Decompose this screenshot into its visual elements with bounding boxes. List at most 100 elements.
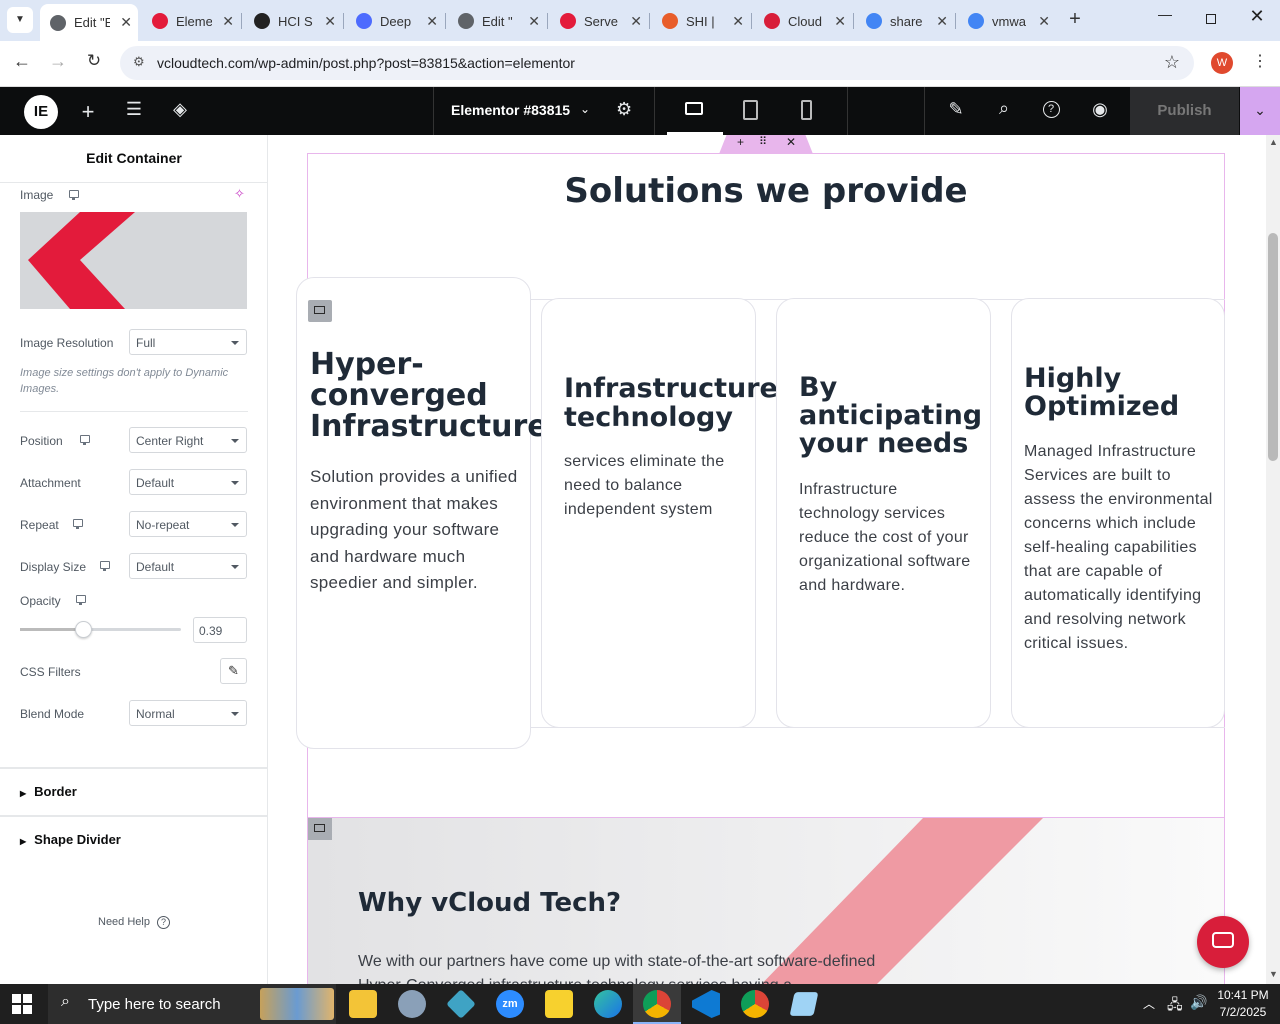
document-title-dropdown[interactable]: Elementor #83815 ⌄ ⚙ <box>433 87 655 135</box>
tab-search-button[interactable]: ▼ <box>7 7 33 33</box>
chat-widget-button[interactable] <box>1197 916 1249 968</box>
chrome-profile-icon[interactable] <box>741 990 769 1018</box>
close-tab-icon[interactable]: ✕ <box>120 14 132 31</box>
close-tab-icon[interactable]: ✕ <box>426 13 438 30</box>
close-tab-icon[interactable]: ✕ <box>1038 13 1050 30</box>
publish-options-dropdown[interactable]: ⌄ <box>1240 87 1280 135</box>
attachment-select[interactable]: Default <box>129 469 247 495</box>
close-tab-icon[interactable]: ✕ <box>732 13 744 30</box>
responsive-monitor-icon[interactable] <box>80 435 90 445</box>
omnibox[interactable]: ⚙ vcloudtech.com/wp-admin/post.php?post=… <box>120 46 1194 80</box>
responsive-monitor-icon[interactable] <box>69 190 79 200</box>
forward-button[interactable]: → <box>46 51 70 75</box>
browser-tab[interactable]: HCI S ✕ <box>244 6 342 36</box>
browser-tab[interactable]: share ✕ <box>856 6 954 36</box>
elementor-logo-icon[interactable]: IE <box>24 95 58 129</box>
tab-separator <box>853 13 854 29</box>
page-settings-gear-icon[interactable]: ⚙ <box>616 99 632 120</box>
taskbar-clock[interactable]: 10:41 PM 7/2/2025 <box>1212 987 1274 1021</box>
position-select[interactable]: Center Right <box>129 427 247 453</box>
site-info-icon[interactable]: ⚙ <box>133 54 145 70</box>
structure-layers-icon[interactable]: ◈ <box>170 99 190 120</box>
google-icon <box>866 13 882 29</box>
close-tab-icon[interactable]: ✕ <box>936 13 948 30</box>
browser-tab[interactable]: vmwa ✕ <box>958 6 1056 36</box>
scroll-down-arrow-icon[interactable]: ▼ <box>1269 969 1278 979</box>
responsive-monitor-icon[interactable] <box>100 561 110 571</box>
browser-tab[interactable]: Eleme ✕ <box>142 6 240 36</box>
close-window-button[interactable]: ✕ <box>1242 6 1272 34</box>
close-tab-icon[interactable]: ✕ <box>528 13 540 30</box>
close-tab-icon[interactable]: ✕ <box>630 13 642 30</box>
site-settings-sliders-icon[interactable]: ☰ <box>124 99 144 120</box>
device-desktop-button[interactable] <box>667 87 723 135</box>
delete-container-icon[interactable]: ✕ <box>786 135 796 149</box>
need-help-link[interactable]: Need Help ? <box>98 916 171 929</box>
reload-button[interactable]: ↻ <box>82 51 106 75</box>
border-section-label: Border <box>34 784 77 799</box>
browser-tab[interactable]: Cloud ✕ <box>754 6 852 36</box>
sticky-notes-icon[interactable] <box>545 990 573 1018</box>
preview-eye-icon[interactable]: ◉ <box>1089 99 1111 120</box>
opacity-slider-track[interactable] <box>20 621 181 638</box>
browser-menu-icon[interactable]: ⋮ <box>1252 51 1268 71</box>
profile-avatar[interactable]: W <box>1211 52 1233 74</box>
url-text[interactable]: vcloudtech.com/wp-admin/post.php?post=83… <box>157 55 575 71</box>
show-hidden-icons-chevron[interactable]: ︿ <box>1143 995 1155 1012</box>
close-tab-icon[interactable]: ✕ <box>834 13 846 30</box>
start-button[interactable] <box>12 994 32 1014</box>
image-preview[interactable] <box>20 212 247 309</box>
border-section-toggle[interactable]: ▶ Border <box>20 784 77 799</box>
browser-tab[interactable]: Deep ✕ <box>346 6 444 36</box>
search-icon[interactable]: ⌕ <box>994 98 1014 119</box>
close-tab-icon[interactable]: ✕ <box>222 13 234 30</box>
ai-sparkle-icon[interactable]: ✧ <box>234 186 245 202</box>
chrome-taskbar-active[interactable] <box>633 984 681 1024</box>
scroll-up-arrow-icon[interactable]: ▲ <box>1269 137 1278 147</box>
taskbar-search-box[interactable]: ⌕ Type here to search <box>48 984 336 1024</box>
responsive-monitor-icon[interactable] <box>73 519 83 529</box>
edge-browser-icon[interactable] <box>594 990 622 1018</box>
page-scrollbar[interactable]: ▲ ▼ <box>1266 135 1280 984</box>
browser-tab[interactable]: Edit "E ✕ <box>40 4 138 41</box>
app-gear-icon[interactable] <box>398 990 426 1018</box>
notes-pin-icon[interactable]: ✎ <box>946 99 966 120</box>
scrollbar-thumb[interactable] <box>1268 233 1278 461</box>
shape-divider-section-toggle[interactable]: ▶ Shape Divider <box>20 832 121 847</box>
vscode-icon[interactable] <box>692 990 720 1018</box>
browser-tab[interactable]: Serve ✕ <box>550 6 648 36</box>
add-container-icon[interactable]: + <box>737 135 744 149</box>
css-filters-edit-button[interactable]: ✎ <box>220 658 247 684</box>
image-resolution-select[interactable]: Full <box>129 329 247 355</box>
blend-mode-select[interactable]: Normal <box>129 700 247 726</box>
restore-button[interactable] <box>1196 6 1226 34</box>
add-element-icon[interactable]: + <box>78 99 98 125</box>
device-tablet-button[interactable] <box>723 87 779 135</box>
browser-tab[interactable]: Edit " ✕ <box>448 6 546 36</box>
browser-tab[interactable]: SHI | ✕ <box>652 6 750 36</box>
browser-tab-strip: ▼ Edit "E ✕ Eleme ✕ HCI S ✕ Deep ✕ Edit " ✕ Serve ✕… <box>0 0 1280 41</box>
volume-icon[interactable]: 🔊 <box>1190 994 1207 1011</box>
minimize-button[interactable]: — <box>1150 6 1180 34</box>
opacity-slider-handle[interactable] <box>75 621 92 638</box>
opacity-number-input[interactable]: 0.39 <box>193 617 247 643</box>
zoom-icon[interactable]: zm <box>496 990 524 1018</box>
bookmark-star-icon[interactable]: ☆ <box>1164 52 1180 73</box>
responsive-monitor-icon[interactable] <box>76 595 86 605</box>
file-explorer-icon[interactable] <box>349 990 377 1018</box>
container-handle[interactable]: + ⠿ ✕ <box>719 135 813 154</box>
close-tab-icon[interactable]: ✕ <box>324 13 336 30</box>
notepad-icon[interactable] <box>789 992 819 1016</box>
display-size-select[interactable]: Default <box>129 553 247 579</box>
publish-button[interactable]: Publish <box>1130 87 1239 135</box>
repeat-select[interactable]: No-repeat <box>129 511 247 537</box>
network-icon[interactable]: 🖧 <box>1167 994 1183 1018</box>
device-mobile-button[interactable] <box>779 87 835 135</box>
back-button[interactable]: ← <box>10 51 34 75</box>
container-edit-icon[interactable] <box>308 300 332 322</box>
help-circle-icon[interactable]: ? <box>1041 99 1061 118</box>
container-edit-icon[interactable] <box>308 818 332 840</box>
new-tab-button[interactable]: + <box>1064 8 1086 32</box>
app-diamond-icon[interactable] <box>446 989 476 1019</box>
drag-handle-icon[interactable]: ⠿ <box>759 135 767 148</box>
